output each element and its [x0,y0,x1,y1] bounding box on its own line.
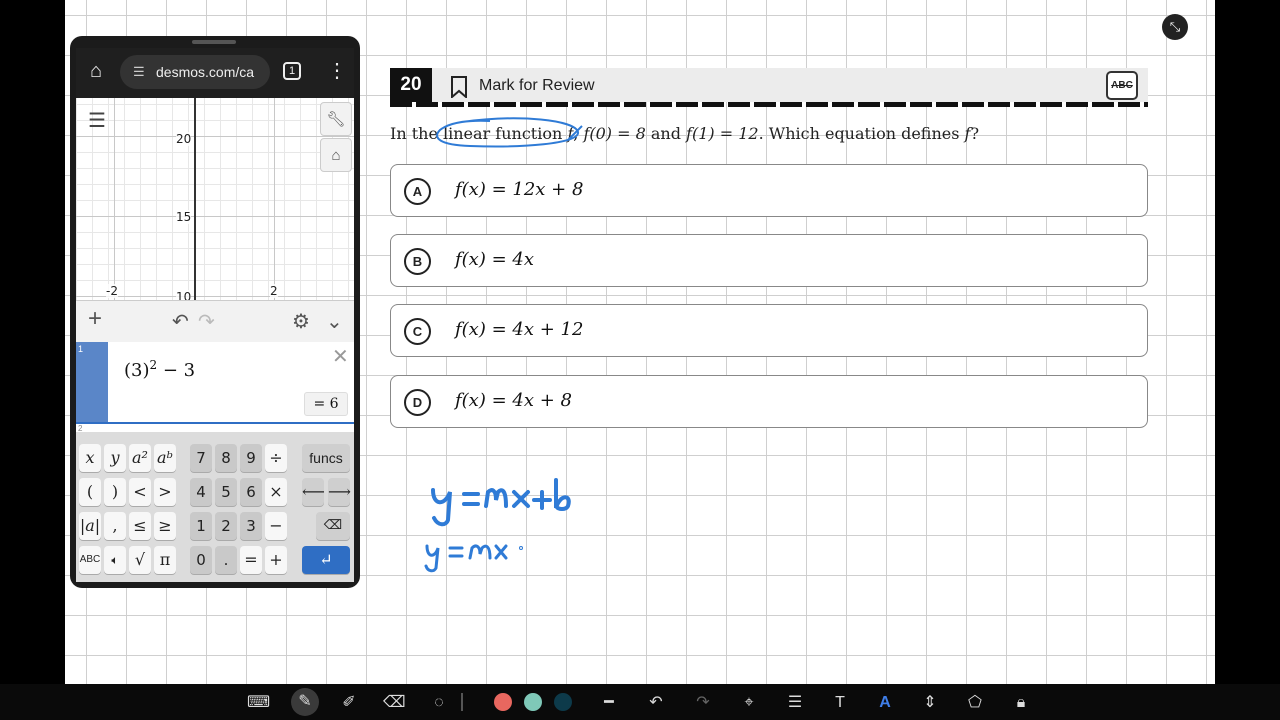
align-icon[interactable]: ☰ [784,692,806,714]
text-tool-icon[interactable]: ⌖ [738,692,760,714]
lock-icon[interactable]: 🔒︎ [1010,692,1032,714]
text-size-icon[interactable]: T [829,692,851,714]
ink-handwriting-line2 [424,544,523,573]
highlighter-icon[interactable]: ✐ [338,692,360,714]
pen-icon[interactable]: ✎ [291,688,319,716]
page-insert-icon[interactable]: ⇕ [919,692,941,714]
undo-icon[interactable]: ↶ [645,692,667,714]
ink-handwriting-line1 [431,478,571,527]
ink-annotations [424,117,583,573]
text-style-icon[interactable]: A [874,692,896,714]
keyboard-icon[interactable]: ⌨ [247,692,270,714]
redo-icon[interactable]: ↷ [692,692,714,714]
screen: ⤡ ⌂ ☰ desmos.com/ca 1 ⋮ 20 15 10 -2 2 ☰ [0,0,1280,720]
shapes-icon[interactable]: ⬠ [964,692,986,714]
lasso-icon[interactable]: ◌ [428,692,450,714]
swatch-navy[interactable] [554,693,572,711]
swatch-teal[interactable] [524,693,542,711]
ink-circle-linear-function [436,117,579,148]
swatch-red[interactable] [494,693,512,711]
drawing-toolbar: ⌨ ✎ ✐ ⌫ ◌ ━ ↶ ↷ ⌖ ☰ T A ⇕ ⬠ 🔒︎ [0,684,1280,720]
toolbar-divider [461,693,463,711]
stroke-width-icon[interactable]: ━ [598,692,620,714]
eraser-icon[interactable]: ⌫ [383,692,406,714]
